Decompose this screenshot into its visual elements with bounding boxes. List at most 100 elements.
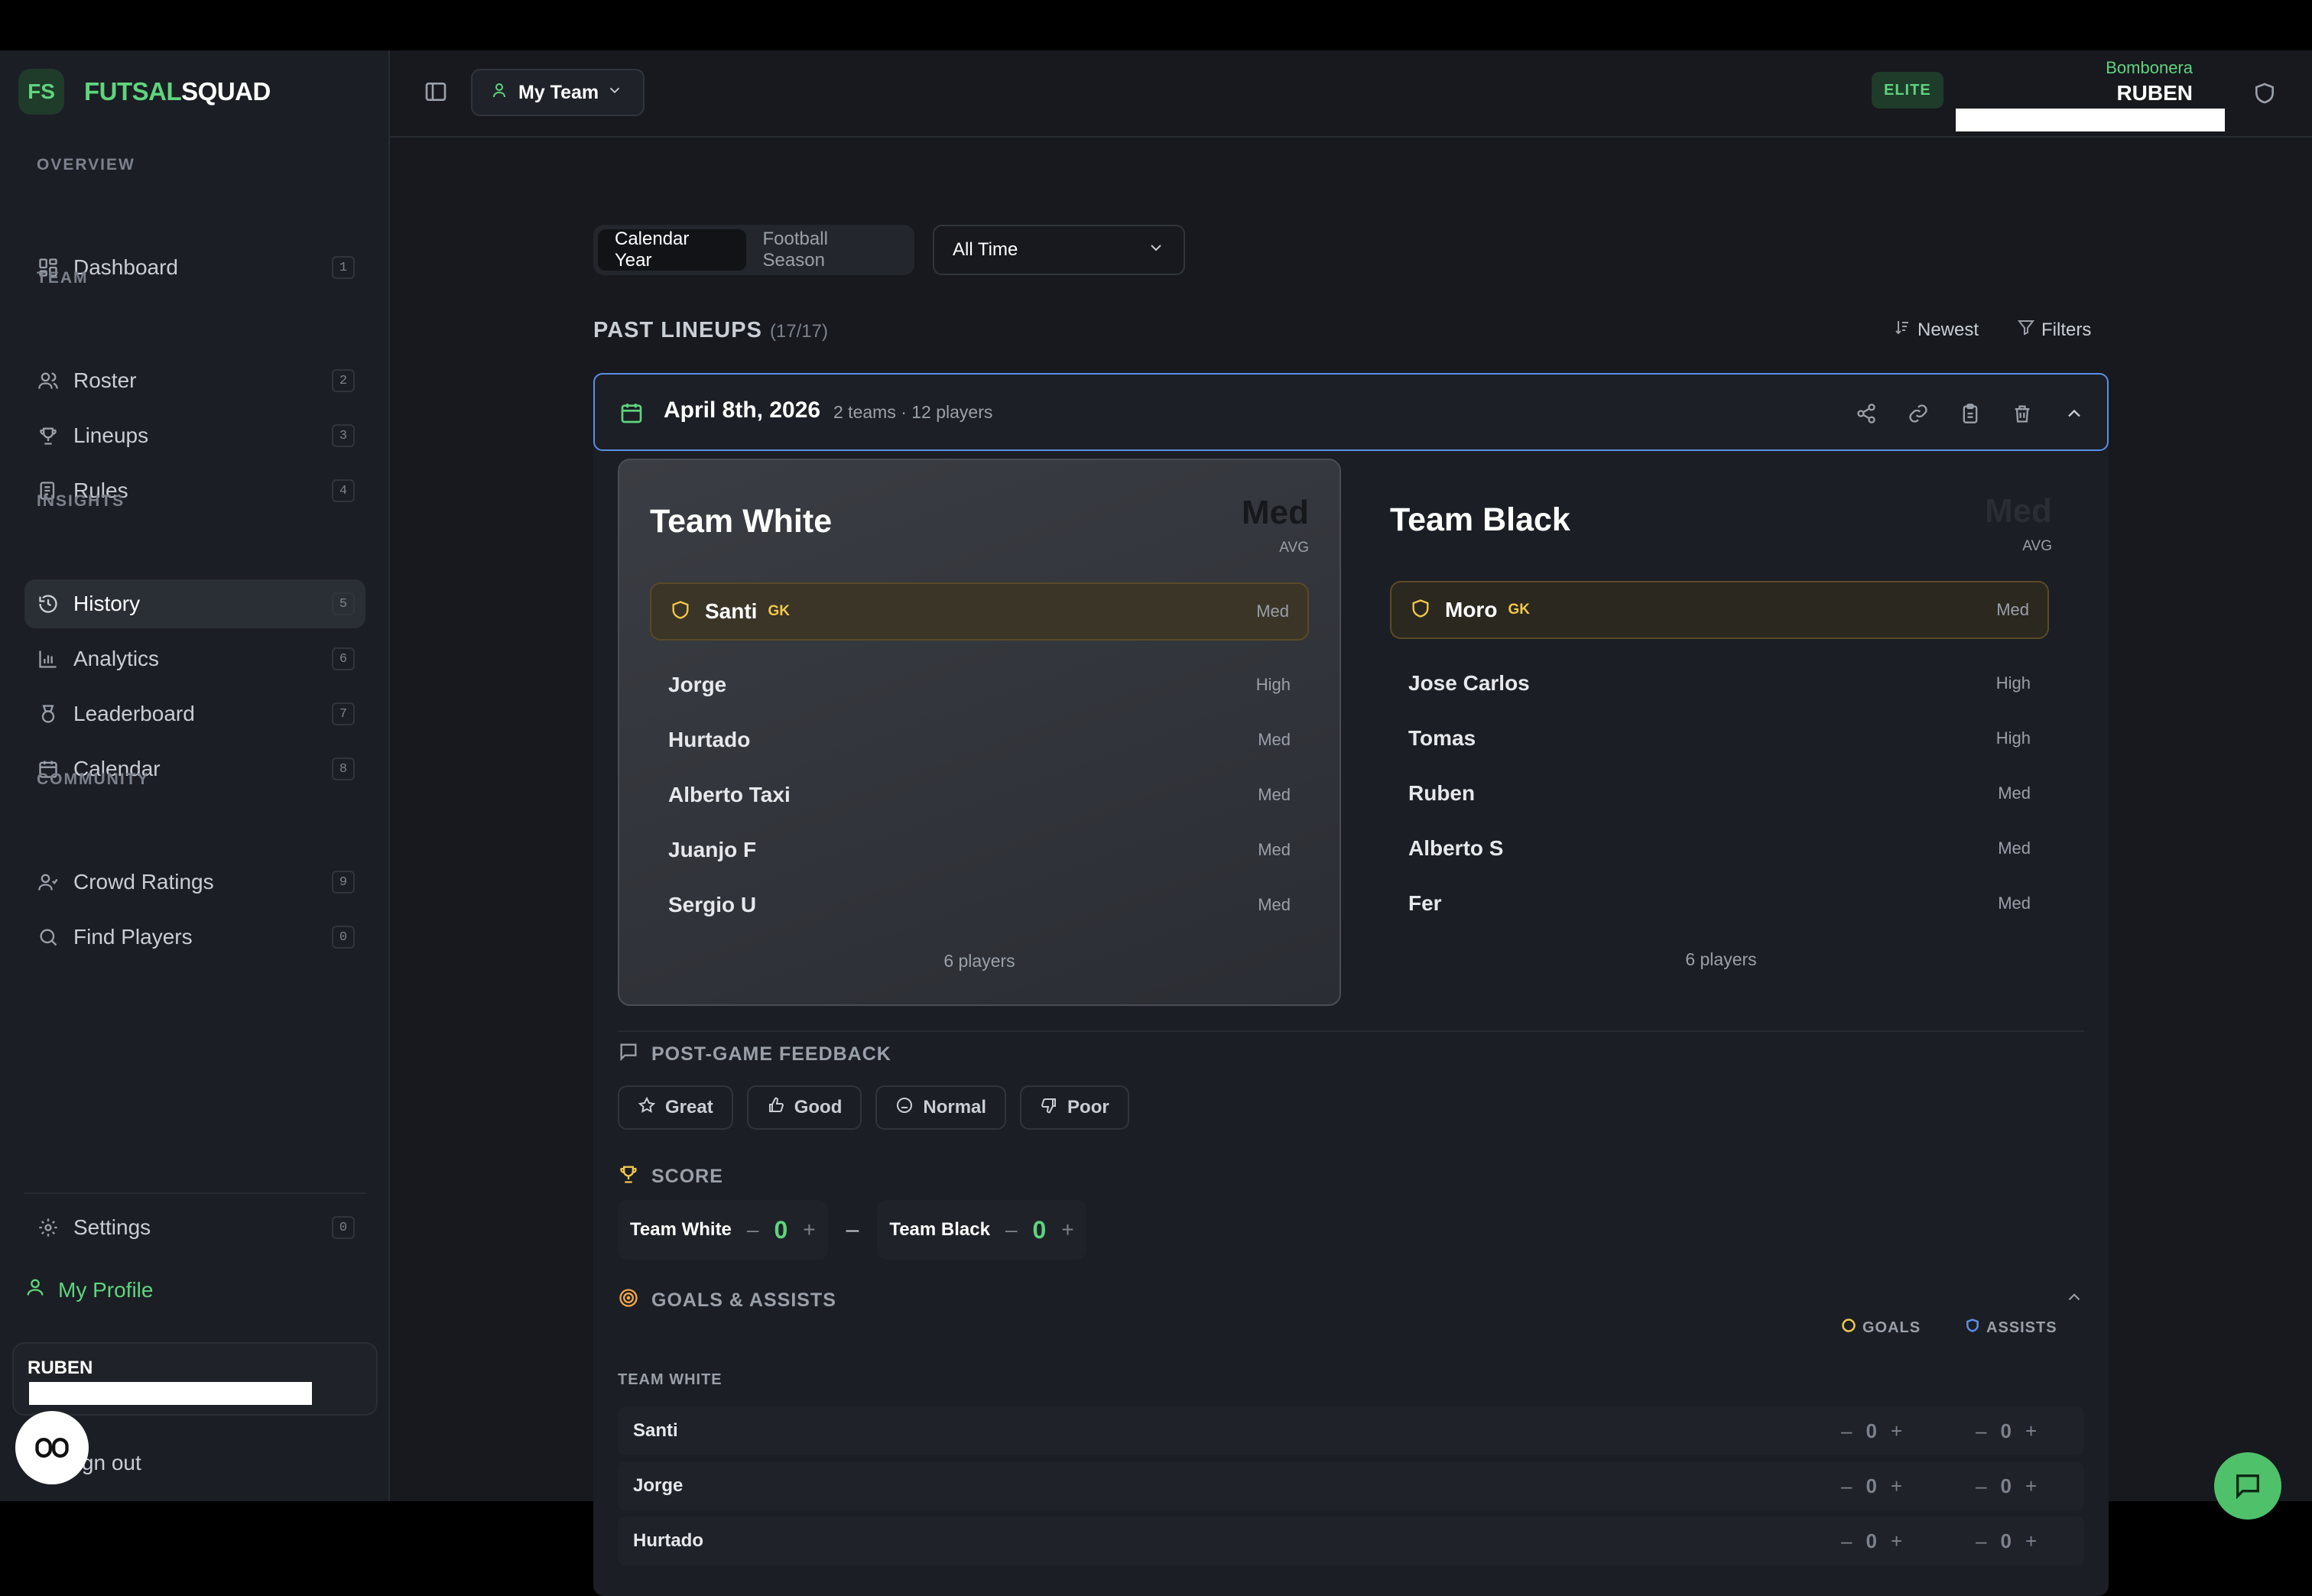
minus-icon: – xyxy=(1841,1419,1853,1442)
team-panel-white: Team White Med AVG Santi GK Med Jorge Hig… xyxy=(618,459,1341,1006)
chevron-up-icon[interactable] xyxy=(2064,1287,2084,1311)
team-name: Team White xyxy=(650,503,833,540)
sort-icon xyxy=(1893,318,1911,342)
shield-icon[interactable] xyxy=(2252,81,2277,105)
section-overview: OVERVIEW xyxy=(37,156,135,174)
star-icon xyxy=(638,1096,656,1120)
assists-legend: ASSISTS xyxy=(1965,1318,2057,1338)
player-row[interactable]: Fer Med xyxy=(1408,881,2031,926)
plus-icon: + xyxy=(1890,1529,1903,1552)
feedback-poor-button[interactable]: Poor xyxy=(1020,1085,1129,1130)
crowd-icon xyxy=(37,871,60,894)
feedback-good-button[interactable]: Good xyxy=(746,1085,862,1130)
player-row[interactable]: Ruben Med xyxy=(1408,770,2031,816)
chevron-up-icon[interactable] xyxy=(2060,399,2089,428)
goalkeeper-row[interactable]: Santi GK Med xyxy=(650,582,1309,641)
plus-icon[interactable]: + xyxy=(1061,1218,1073,1242)
player-row[interactable]: Alberto S Med xyxy=(1408,826,2031,871)
chevron-down-icon xyxy=(1147,238,1165,262)
search-icon xyxy=(37,926,60,949)
goals-stepper[interactable]: –0 + xyxy=(1841,1530,1902,1553)
ball-icon xyxy=(1841,1318,1856,1338)
bar-chart-icon xyxy=(37,647,60,670)
message-icon xyxy=(618,1041,639,1068)
target-icon xyxy=(618,1287,639,1314)
ga-player-row: Jorge –0 + –0 + xyxy=(618,1461,2084,1510)
clipboard-icon[interactable] xyxy=(1956,399,1985,428)
lineup-actions xyxy=(1852,399,2089,428)
team-panel-black: Team Black Med AVG Moro GK Med Jose Carl… xyxy=(1359,459,2083,1006)
cookie-settings-button[interactable] xyxy=(15,1411,89,1484)
player-count: 6 players xyxy=(943,951,1015,971)
goals-stepper[interactable]: –0 + xyxy=(1841,1419,1902,1443)
link-icon[interactable] xyxy=(1904,399,1933,428)
goals-assists-heading[interactable]: GOALS & ASSISTS xyxy=(618,1287,836,1314)
sidebar-item-settings[interactable]: Settings 0 xyxy=(24,1203,365,1252)
player-row[interactable]: Sergio U Med xyxy=(668,882,1291,928)
user-card[interactable]: RUBEN xyxy=(12,1342,378,1416)
segment-football-season[interactable]: Football Season xyxy=(746,229,910,271)
plus-icon[interactable]: + xyxy=(803,1218,815,1242)
feedback-normal-button[interactable]: Normal xyxy=(875,1085,1007,1130)
shield-icon xyxy=(670,599,691,624)
sort-button[interactable]: Newest xyxy=(1893,318,1979,342)
lineup-card-header[interactable]: April 8th, 2026 2 teams · 12 players xyxy=(593,373,2109,451)
chevron-down-icon xyxy=(606,82,623,104)
feedback-great-button[interactable]: Great xyxy=(618,1085,733,1130)
score-heading: SCORE xyxy=(618,1163,723,1190)
player-count: 6 players xyxy=(1685,949,1757,969)
trophy-icon xyxy=(37,424,60,447)
redacted-email xyxy=(29,1382,312,1405)
assists-stepper[interactable]: –0 + xyxy=(1976,1419,2037,1443)
goals-stepper[interactable]: –0 + xyxy=(1841,1474,1902,1498)
score-value: 0 xyxy=(774,1215,788,1244)
my-profile-link[interactable]: My Profile xyxy=(24,1276,153,1303)
plus-icon: + xyxy=(1890,1474,1903,1497)
goals-legend: GOALS xyxy=(1841,1318,1921,1338)
player-row[interactable]: Jorge High xyxy=(668,662,1291,708)
venue-info[interactable]: Bombonera RUBEN xyxy=(2106,58,2193,105)
divider xyxy=(618,1030,2084,1032)
sidebar-item-history[interactable]: History 5 xyxy=(24,579,365,628)
assists-stepper[interactable]: –0 + xyxy=(1976,1474,2037,1498)
sidebar-item-find-players[interactable]: Find Players 0 xyxy=(24,913,365,962)
gear-icon xyxy=(37,1216,60,1239)
goalkeeper-row[interactable]: Moro GK Med xyxy=(1390,581,2049,639)
period-select[interactable]: All Time xyxy=(933,225,1185,275)
share-icon[interactable] xyxy=(1852,399,1881,428)
team-name: Team Black xyxy=(1390,501,1570,538)
player-row[interactable]: Jose Carlos High xyxy=(1408,660,2031,706)
sidebar-item-crowd-ratings[interactable]: Crowd Ratings 9 xyxy=(24,858,365,907)
segment-calendar-year[interactable]: Calendar Year xyxy=(598,229,746,271)
minus-icon[interactable]: – xyxy=(747,1218,759,1242)
ga-team-label: TEAM WHITE xyxy=(618,1371,722,1388)
filters-button[interactable]: Filters xyxy=(2017,318,2091,342)
minus-icon[interactable]: – xyxy=(1005,1218,1018,1242)
chat-button[interactable] xyxy=(2214,1452,2281,1520)
team-level: Med xyxy=(1985,492,2052,530)
score-team-white: Team White – 0 + xyxy=(618,1200,828,1260)
sidebar-item-roster[interactable]: Roster 2 xyxy=(24,356,365,405)
sidebar-item-leaderboard[interactable]: Leaderboard 7 xyxy=(24,689,365,738)
player-row[interactable]: Alberto Taxi Med xyxy=(668,772,1291,818)
team-select[interactable]: My Team xyxy=(471,69,645,116)
filter-icon xyxy=(2017,318,2035,342)
sidebar-toggle-icon[interactable] xyxy=(424,79,451,107)
minus-icon: – xyxy=(1841,1529,1853,1552)
ga-player-row: Santi –0 + –0 + xyxy=(618,1406,2084,1455)
plus-icon: + xyxy=(2025,1529,2038,1552)
trash-icon[interactable] xyxy=(2008,399,2037,428)
sidebar-item-analytics[interactable]: Analytics 6 xyxy=(24,634,365,683)
sidebar-item-lineups[interactable]: Lineups 3 xyxy=(24,411,365,460)
assists-stepper[interactable]: –0 + xyxy=(1976,1530,2037,1553)
section-team: TEAM xyxy=(37,269,89,287)
users-icon xyxy=(492,81,511,105)
player-row[interactable]: Juanjo F Med xyxy=(668,827,1291,873)
thumbs-down-icon xyxy=(1040,1096,1058,1120)
brand[interactable]: FS FUTSALSQUAD xyxy=(18,69,271,115)
lineup-card: April 8th, 2026 2 teams · 12 players Tea… xyxy=(593,373,2109,1596)
player-row[interactable]: Tomas High xyxy=(1408,715,2031,761)
team-level: Med xyxy=(1242,494,1309,531)
player-row[interactable]: Hurtado Med xyxy=(668,717,1291,763)
user-icon xyxy=(24,1276,46,1303)
